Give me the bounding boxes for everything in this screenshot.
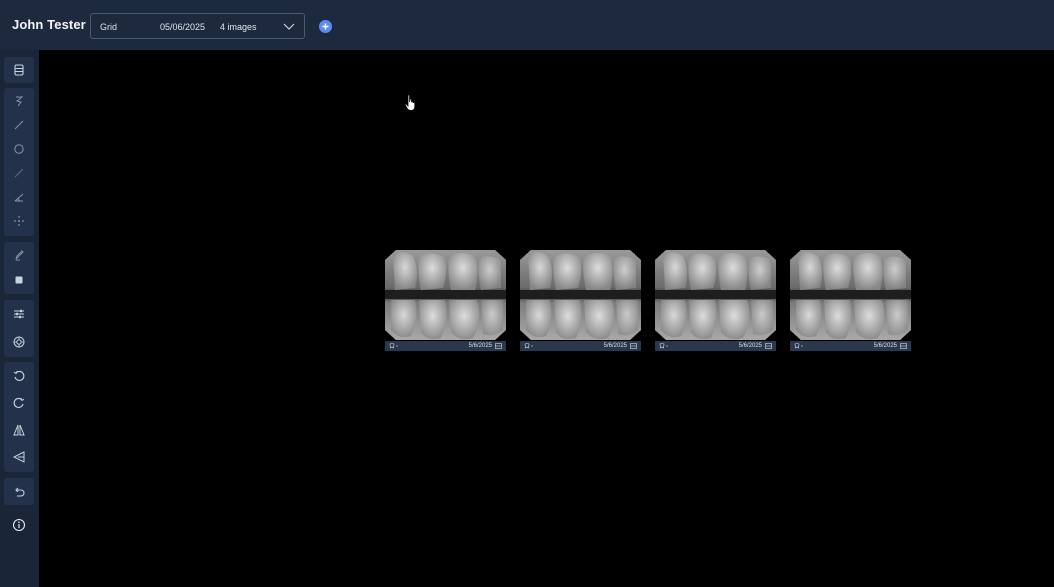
tooth-icon: [524, 343, 533, 349]
marker-icon: [15, 250, 24, 261]
thumbnail-caption: 5/6/2025: [385, 341, 506, 351]
plus-icon: [322, 23, 329, 30]
move-icon: [14, 216, 24, 226]
tool-sidebar: [0, 50, 39, 587]
thumbnail-caption: 5/6/2025: [520, 341, 641, 351]
marker-tool[interactable]: [4, 243, 34, 267]
thumbnail-caption: 5/6/2025: [655, 341, 776, 351]
xray-thumbnail[interactable]: 5/6/2025: [790, 250, 911, 352]
lasso-tool[interactable]: [4, 89, 34, 113]
flip-horizontal-icon: [13, 424, 25, 436]
tool-group-layers: [4, 57, 34, 83]
layers-icon: [14, 64, 24, 76]
ruler-tool[interactable]: [4, 161, 34, 185]
filter-icon: [13, 336, 25, 348]
undo-tool[interactable]: [4, 480, 34, 504]
tool-group-transform: [4, 362, 34, 472]
image-menu-icon[interactable]: [495, 343, 502, 349]
undo-icon: [15, 487, 25, 497]
chevron-down-icon: [283, 23, 295, 30]
image-menu-icon[interactable]: [900, 343, 907, 349]
filter-tool[interactable]: [4, 330, 34, 354]
tool-group-annotate: [4, 242, 34, 294]
xray-image[interactable]: [655, 250, 776, 340]
tool-group-measure: [4, 88, 34, 236]
ruler-icon: [14, 168, 24, 178]
rotate-left-icon: [13, 370, 25, 381]
rotate-right-tool[interactable]: [4, 391, 34, 415]
angle-tool[interactable]: [4, 185, 34, 209]
image-date: 5/6/2025: [738, 343, 762, 349]
image-menu-icon[interactable]: [630, 343, 637, 349]
circle-tool[interactable]: [4, 137, 34, 161]
fill-square-tool[interactable]: [4, 268, 34, 292]
image-date: 5/6/2025: [873, 343, 897, 349]
xray-thumbnail[interactable]: 5/6/2025: [655, 250, 776, 352]
line-icon: [14, 120, 24, 130]
layers-tool[interactable]: [4, 58, 34, 82]
tool-group-adjust: [4, 300, 34, 357]
image-date: 5/6/2025: [603, 343, 627, 349]
top-bar: John Tester Grid 05/06/2025 4 images: [0, 0, 1054, 50]
square-icon: [15, 276, 23, 284]
xray-thumbnail[interactable]: 5/6/2025: [385, 250, 506, 352]
tooth-icon: [659, 343, 668, 349]
xray-image[interactable]: [790, 250, 911, 340]
angle-icon: [14, 193, 24, 202]
patient-name: John Tester: [12, 17, 86, 32]
rotate-right-icon: [13, 397, 25, 408]
line-tool[interactable]: [4, 113, 34, 137]
tooth-icon: [389, 343, 398, 349]
add-button[interactable]: [319, 20, 332, 33]
hand-cursor-icon: [404, 94, 416, 111]
image-date: 5/6/2025: [468, 343, 492, 349]
info-tool[interactable]: [4, 513, 34, 537]
flip-horizontal-tool[interactable]: [4, 418, 34, 442]
selector-image-count: 4 images: [220, 22, 257, 32]
xray-image[interactable]: [520, 250, 641, 340]
info-icon: [12, 518, 26, 532]
thumbnail-caption: 5/6/2025: [790, 341, 911, 351]
flip-vertical-tool[interactable]: [4, 445, 34, 469]
lasso-icon: [15, 96, 24, 107]
image-menu-icon[interactable]: [765, 343, 772, 349]
flip-vertical-icon: [12, 451, 25, 463]
tool-group-undo: [4, 478, 34, 505]
adjust-tool[interactable]: [4, 302, 34, 326]
study-selector[interactable]: Grid 05/06/2025 4 images: [90, 13, 305, 39]
move-tool[interactable]: [4, 209, 34, 233]
tooth-icon: [794, 343, 803, 349]
rotate-left-tool[interactable]: [4, 364, 34, 388]
xray-image[interactable]: [385, 250, 506, 340]
xray-thumbnail[interactable]: 5/6/2025: [520, 250, 641, 352]
selector-mode: Grid: [100, 22, 118, 32]
selector-date: 05/06/2025: [160, 22, 206, 32]
circle-icon: [14, 144, 24, 154]
sliders-icon: [14, 309, 24, 319]
